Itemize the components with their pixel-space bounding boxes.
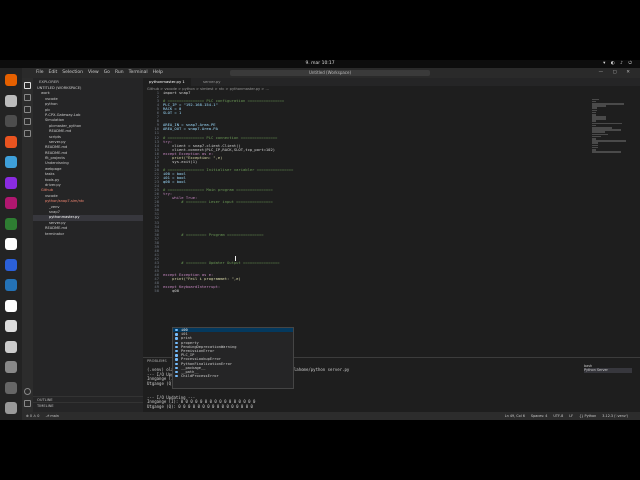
file-tree: UNTITLED (WORKSPACE) work vscode python plc P… bbox=[33, 86, 143, 237]
status-right-item[interactable]: UTF-8 bbox=[553, 414, 563, 418]
menu-item-view[interactable]: View bbox=[88, 70, 99, 75]
menu-item-terminal[interactable]: Terminal bbox=[129, 70, 148, 75]
extensions-icon[interactable] bbox=[24, 130, 31, 137]
menu-bar: File Edit Selection View Go Run Terminal Help bbox=[36, 68, 168, 78]
gear-icon[interactable] bbox=[24, 400, 31, 407]
status-bar: ⊗ 0 ⚠ 0 ⎇ main Ln 49, Col 6 Spaces: 4 UTF-8… bbox=[22, 412, 640, 420]
tab-pythonmaster[interactable]: pythonmaster.py 1 bbox=[143, 78, 191, 86]
autocomplete-popup[interactable]: i00 i01 print property PendingDeprecationWar… bbox=[172, 327, 294, 389]
line-text: sys.exit(1) bbox=[163, 158, 198, 164]
menu-item-file[interactable]: File bbox=[36, 70, 44, 75]
line-text: # ================ PLC connection ======… bbox=[163, 134, 278, 140]
status-right: Ln 49, Col 6 Spaces: 4 UTF-8 LF {} Python 3.1… bbox=[505, 412, 634, 420]
tab-server[interactable]: server.py bbox=[197, 78, 227, 86]
line-text: q00 = bool bbox=[163, 179, 186, 185]
status-left: ⊗ 0 ⚠ 0 ⎇ main bbox=[26, 412, 65, 420]
source-control-icon[interactable] bbox=[24, 106, 31, 113]
vscode-icon[interactable] bbox=[5, 279, 17, 291]
timeline-section[interactable]: TIMELINE bbox=[33, 402, 143, 408]
line-text: AREA_OUT = snap7.Area.PA bbox=[163, 126, 218, 132]
line-text: print("Feil i programmet: ",e) bbox=[163, 276, 241, 282]
trash-icon[interactable] bbox=[5, 381, 17, 394]
search-icon[interactable] bbox=[24, 94, 31, 101]
window-controls[interactable]: — ▢ ✕ bbox=[599, 68, 634, 78]
chrome-icon[interactable] bbox=[5, 238, 17, 250]
command-center[interactable]: Untitled (Workspace) bbox=[230, 70, 430, 76]
desktop-screen: 9. mar 10:17 ▾ ◐ ♪ ⏻ File Edit Selection Vi… bbox=[0, 60, 640, 420]
sheet-icon[interactable] bbox=[5, 361, 17, 373]
menu-item-help[interactable]: Help bbox=[153, 70, 163, 75]
line-text: # ================ Main program ========… bbox=[163, 187, 273, 193]
code-line[interactable]: 50 q00 bbox=[143, 289, 583, 293]
explorer-title: EXPLORER bbox=[39, 79, 59, 84]
panel-tab-problems[interactable]: PROBLEMS bbox=[147, 359, 167, 363]
terminal-line: Utgange (Q): 0 0 0 0 0 0 0 0 0 0 0 0 0 0… bbox=[147, 403, 253, 409]
line-text: # ========= Leser input ================ bbox=[163, 199, 273, 205]
explorer-icon[interactable] bbox=[24, 82, 31, 89]
minimap-line bbox=[592, 151, 621, 153]
settings-icon[interactable] bbox=[5, 176, 17, 189]
firefox-icon[interactable] bbox=[5, 74, 17, 86]
notes-icon[interactable] bbox=[5, 320, 17, 332]
menu-item-selection[interactable]: Selection bbox=[62, 70, 83, 75]
files-icon[interactable] bbox=[5, 94, 17, 107]
code-editor[interactable]: 1 import snap7 2 3 # ================ PLC co… bbox=[143, 91, 583, 361]
sidebar-footer: OUTLINE TIMELINE bbox=[33, 396, 143, 408]
status-right-item[interactable]: LF bbox=[569, 414, 573, 418]
status-left-item[interactable]: ⎇ main bbox=[45, 414, 58, 418]
vpn-icon[interactable] bbox=[5, 258, 17, 271]
mouse-cursor bbox=[235, 256, 237, 261]
help-icon[interactable] bbox=[5, 156, 17, 168]
editor-tabs: pythonmaster.py 1 server.py bbox=[143, 78, 640, 86]
software-icon[interactable] bbox=[5, 135, 17, 148]
activity-bar bbox=[22, 78, 33, 412]
app-icon[interactable] bbox=[5, 197, 17, 209]
line-text: # ========= Program ================ bbox=[163, 231, 264, 237]
status-right-item[interactable]: 3.12.3 ('.venv') bbox=[602, 414, 628, 418]
menu-item-edit[interactable]: Edit bbox=[49, 70, 58, 75]
line-text: SLOT = 1 bbox=[163, 110, 182, 116]
terminal-list-item[interactable]: Python Server bbox=[584, 368, 632, 373]
terminal-icon[interactable] bbox=[5, 115, 17, 127]
run-debug-icon[interactable] bbox=[24, 118, 31, 125]
line-text: import snap7 bbox=[163, 91, 191, 95]
vscode-titlebar: File Edit Selection View Go Run Terminal Help U… bbox=[22, 68, 640, 78]
explorer-sidebar: EXPLORER UNTITLED (WORKSPACE) work vscode p… bbox=[33, 78, 143, 412]
suggestion-item[interactable]: ChildProcessError bbox=[173, 374, 293, 378]
github-icon[interactable] bbox=[5, 299, 17, 312]
apps-grid-icon[interactable] bbox=[5, 402, 17, 414]
line-text: # ========= Updater Output =============… bbox=[163, 259, 280, 265]
dock bbox=[0, 68, 22, 420]
minimap-line bbox=[592, 122, 622, 125]
minimap[interactable] bbox=[592, 98, 632, 158]
status-right-item[interactable]: Spaces: 4 bbox=[531, 414, 547, 418]
doc-icon[interactable] bbox=[5, 340, 17, 353]
line-number: 50 bbox=[154, 288, 159, 294]
clock[interactable]: 9. mar 10:17 bbox=[0, 60, 640, 68]
system-tray[interactable]: ▾ ◐ ♪ ⏻ bbox=[603, 60, 634, 68]
terminal-list: bash Python Server bbox=[584, 364, 632, 373]
status-left-item[interactable]: ⊗ 0 ⚠ 0 bbox=[26, 414, 39, 418]
menu-item-run[interactable]: Run bbox=[115, 70, 124, 75]
account-icon[interactable] bbox=[24, 388, 31, 395]
status-right-item[interactable]: Ln 49, Col 6 bbox=[505, 414, 525, 418]
menu-item-go[interactable]: Go bbox=[104, 70, 110, 75]
line-text: q00 bbox=[163, 288, 180, 294]
disk-icon[interactable] bbox=[5, 217, 17, 230]
system-topbar: 9. mar 10:17 ▾ ◐ ♪ ⏻ bbox=[0, 60, 640, 68]
tree-item[interactable]: terminator bbox=[33, 232, 143, 237]
status-right-item[interactable]: {} Python bbox=[579, 414, 596, 418]
